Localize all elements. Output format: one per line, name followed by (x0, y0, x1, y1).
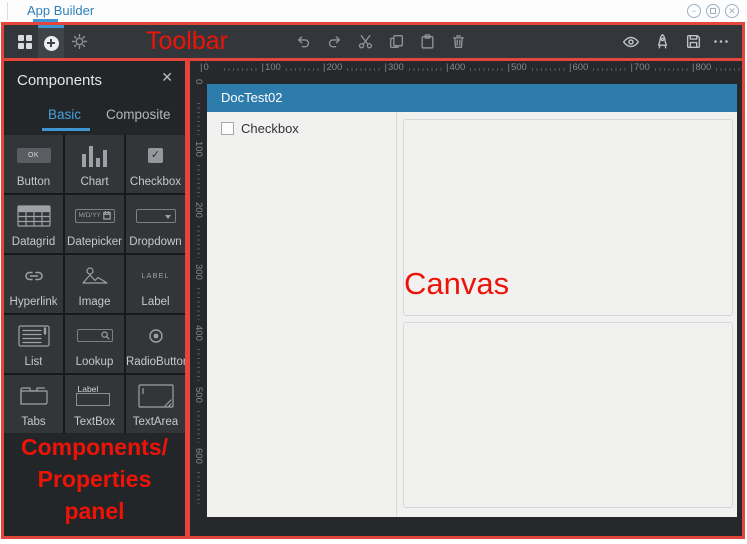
panel-close-icon[interactable]: ✕ (161, 69, 173, 86)
save-icon[interactable] (681, 25, 705, 58)
textbox-icon: Label (65, 375, 124, 416)
minimize-icon[interactable]: − (687, 4, 701, 18)
component-tile-button[interactable]: OK Button (4, 135, 63, 193)
canvas-checkbox-component[interactable]: Checkbox (221, 121, 299, 136)
component-tile-datagrid[interactable]: Datagrid (4, 195, 63, 253)
components-panel-title: Components (17, 72, 103, 89)
tab-composite[interactable]: Composite (106, 107, 171, 122)
toolbar (4, 25, 743, 58)
radiobutton-icon (126, 315, 185, 356)
checkbox-icon: ✓ (126, 135, 185, 176)
hyperlink-icon (4, 255, 63, 296)
apps-grid-icon[interactable] (12, 25, 38, 58)
canvas-container-bottom[interactable] (403, 322, 733, 508)
redo-icon[interactable] (323, 25, 345, 58)
label-icon: LABEL (141, 271, 170, 280)
document-canvas[interactable]: DocTest02 Checkbox (207, 84, 737, 517)
cut-icon[interactable] (354, 25, 376, 58)
component-tile-list[interactable]: List (4, 315, 63, 373)
list-icon (4, 315, 63, 356)
component-tile-textbox[interactable]: Label TextBox (65, 375, 124, 433)
checkbox-label: Checkbox (241, 121, 299, 136)
datepicker-icon: M/D/YY (65, 195, 124, 236)
chart-icon (65, 135, 124, 176)
titlebar-divider (7, 2, 8, 20)
app-builder-tab[interactable]: App Builder (27, 3, 94, 18)
document-body[interactable]: Checkbox (207, 112, 737, 517)
settings-gear-icon[interactable] (66, 25, 92, 58)
component-tile-hyperlink[interactable]: Hyperlink (4, 255, 63, 313)
component-tile-checkbox[interactable]: ✓ Checkbox (126, 135, 185, 193)
tabs-icon (4, 375, 63, 416)
paste-icon[interactable] (416, 25, 438, 58)
canvas-column-divider (396, 112, 397, 517)
delete-trash-icon[interactable] (447, 25, 469, 58)
add-component-icon[interactable] (38, 25, 64, 58)
app-builder-window: App Builder − ✕ Components ✕ Basic Compo… (0, 0, 747, 544)
active-tab-indicator (33, 19, 58, 22)
dropdown-icon (126, 195, 185, 236)
component-tile-textarea[interactable]: TextArea (126, 375, 185, 433)
maximize-icon[interactable] (706, 4, 720, 18)
horizontal-ruler: 0 100 200 300 400 500 600 700 800 (200, 62, 743, 77)
window-controls: − ✕ (687, 4, 739, 18)
image-icon (65, 255, 124, 296)
button-icon: OK (4, 135, 63, 176)
component-tile-datepicker[interactable]: M/D/YY Datepicker (65, 195, 124, 253)
components-panel: Components ✕ Basic Composite OK Button C… (4, 61, 185, 538)
tab-basic[interactable]: Basic (48, 107, 81, 122)
title-bar: App Builder − ✕ (0, 0, 747, 22)
component-tile-label[interactable]: LABEL Label (126, 255, 185, 313)
lookup-icon (65, 315, 124, 356)
undo-icon[interactable] (292, 25, 314, 58)
copy-icon[interactable] (385, 25, 407, 58)
component-tile-chart[interactable]: Chart (65, 135, 124, 193)
components-tabs: Basic Composite (4, 101, 185, 133)
component-tile-lookup[interactable]: Lookup (65, 315, 124, 373)
close-icon[interactable]: ✕ (725, 4, 739, 18)
checkbox-box-icon[interactable] (221, 122, 234, 135)
more-ellipsis-icon[interactable] (709, 25, 733, 58)
tab-basic-indicator (42, 128, 90, 131)
component-tile-image[interactable]: Image (65, 255, 124, 313)
canvas-container-top[interactable] (403, 119, 733, 316)
canvas-area: 0 100 200 300 400 500 600 700 800 0 100 … (190, 61, 743, 538)
textarea-icon (126, 375, 185, 416)
component-tile-radiobutton[interactable]: RadioButton (126, 315, 185, 373)
preview-eye-icon[interactable] (619, 25, 643, 58)
components-grid: OK Button Chart ✓ Checkbox Datagrid M/D/… (4, 135, 185, 433)
launch-rocket-icon[interactable] (650, 25, 674, 58)
document-title-bar: DocTest02 (207, 84, 737, 112)
datagrid-icon (4, 195, 63, 236)
vertical-ruler: 0 100 200 300 400 500 600 (191, 77, 205, 538)
component-tile-tabs[interactable]: Tabs (4, 375, 63, 433)
component-tile-dropdown[interactable]: Dropdown (126, 195, 185, 253)
